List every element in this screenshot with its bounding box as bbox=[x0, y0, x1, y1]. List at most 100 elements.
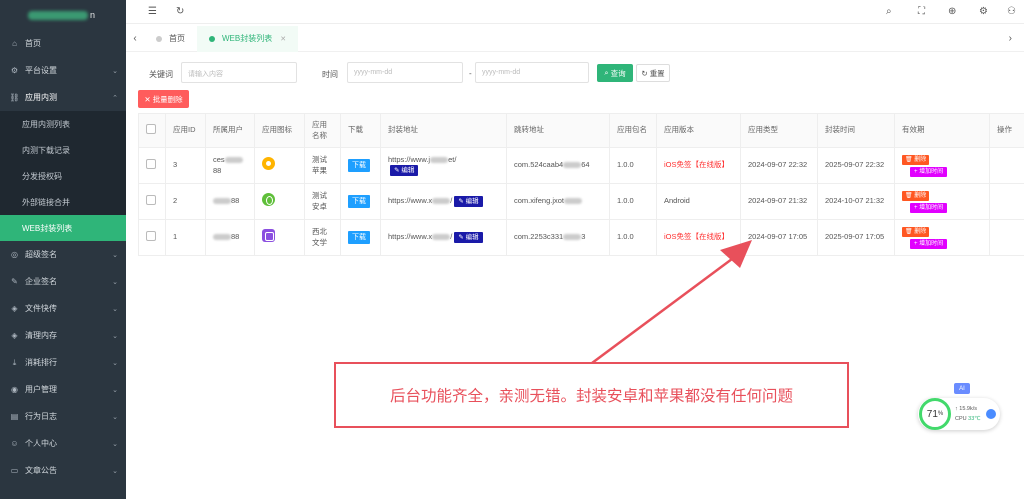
wrap-time-cell: 2025-09-07 22:32 bbox=[817, 147, 895, 184]
sidebar-submenu: 应用内测列表 内测下载记录 分发授权码 外部链接合并 WEB封装列表 bbox=[0, 111, 126, 241]
row-checkbox[interactable] bbox=[146, 194, 156, 205]
wrap-time-cell: 2025-09-07 17:05 bbox=[817, 219, 895, 256]
download-cell: 下载 bbox=[340, 219, 381, 256]
batch-delete-label: 批量删除 bbox=[152, 94, 183, 104]
top-bar: ☰ ↻ ⌕ ⛶ ⊕ ⚙ ⚇ bbox=[126, 0, 1024, 24]
end-date-input[interactable]: yyyy-mm-dd bbox=[475, 62, 589, 83]
sidebar-item[interactable]: ✎ 企业签名 ⌄ bbox=[0, 268, 126, 295]
delete-button[interactable]: 🗑 删除 bbox=[902, 226, 930, 237]
reset-button[interactable]: ↻ 重置 bbox=[636, 64, 670, 82]
edit-button[interactable]: ✎ 编辑 bbox=[390, 165, 419, 177]
refresh-icon[interactable]: ↻ bbox=[176, 6, 184, 17]
sidebar-item[interactable]: ⛓ 应用内测 ⌃ bbox=[0, 84, 126, 111]
keyword-label: 关键词 bbox=[149, 70, 173, 79]
fullscreen-icon[interactable]: ⛶ bbox=[918, 6, 925, 17]
column-header: 操作 bbox=[989, 113, 1024, 148]
user-icon[interactable]: ⚇ bbox=[1007, 6, 1016, 17]
sidebar-item[interactable]: ⌂ 首页 bbox=[0, 30, 126, 57]
row-checkbox[interactable] bbox=[146, 230, 156, 241]
sidebar-subitem[interactable]: 外部链接合并 bbox=[0, 189, 126, 215]
keyword-input[interactable]: 请输入内容 bbox=[181, 62, 297, 83]
ai-badge[interactable]: AI bbox=[954, 383, 970, 394]
sidebar-subitem[interactable]: 应用内测列表 bbox=[0, 111, 126, 137]
tab-web-wrap-list[interactable]: WEB封装列表 ✕ bbox=[197, 25, 299, 52]
chevron-down-icon: ⌄ bbox=[112, 467, 118, 475]
close-icon: ✕ bbox=[144, 94, 153, 104]
search-icon[interactable]: ⌕ bbox=[886, 6, 892, 17]
sidebar-item[interactable]: ▭ 文章公告 ⌄ bbox=[0, 457, 126, 484]
delete-label: 删除 bbox=[914, 192, 927, 199]
wrap-url-suffix: / bbox=[450, 195, 453, 205]
row-checkbox-cell[interactable] bbox=[138, 219, 166, 256]
sidebar-subitem[interactable]: 内测下载记录 bbox=[0, 137, 126, 163]
download-button[interactable]: 下载 bbox=[348, 194, 370, 209]
edit-button[interactable]: ✎ 编辑 bbox=[454, 231, 483, 244]
add-time-button[interactable]: + 增加时间 bbox=[910, 167, 948, 178]
sidebar-item-label: 应用内测 bbox=[25, 93, 57, 102]
delete-button[interactable]: 🗑 删除 bbox=[902, 154, 930, 165]
sidebar-item[interactable]: ⤓ 消耗排行 ⌄ bbox=[0, 349, 126, 376]
column-header: 下载 bbox=[340, 113, 381, 148]
header-checkbox-cell[interactable] bbox=[138, 113, 166, 148]
app-id-cell: 1 bbox=[165, 219, 206, 256]
menu-toggle-icon[interactable]: ☰ bbox=[148, 6, 157, 17]
row-checkbox-cell[interactable] bbox=[138, 147, 166, 184]
sidebar-item[interactable]: ▤ 行为日志 ⌄ bbox=[0, 403, 126, 430]
download-button[interactable]: 下载 bbox=[348, 158, 370, 173]
annotation-text: 后台功能齐全，亲测无错。封装安卓和苹果都没有任何问题 bbox=[389, 388, 793, 405]
table-row: 1 88 西北文学 下载 https://www.x / ✎ 编辑 com.2253c331… bbox=[138, 219, 1024, 256]
cpu-label: CPU bbox=[955, 416, 967, 422]
batch-delete-button[interactable]: ✕ 批量删除 bbox=[138, 90, 189, 108]
globe-icon[interactable]: ⊕ bbox=[948, 6, 956, 17]
download-button[interactable]: 下载 bbox=[348, 230, 370, 245]
owner-suffix: 88 bbox=[231, 232, 240, 242]
wrap-url-prefix: https://www.x bbox=[388, 231, 433, 241]
sidebar-item-label: 个人中心 bbox=[25, 439, 57, 448]
row-checkbox-cell[interactable] bbox=[138, 183, 166, 220]
package-cell: 1.0.0 bbox=[609, 183, 657, 220]
tabs-scroll-left-icon[interactable]: ‹ bbox=[126, 33, 144, 44]
chevron-down-icon: ⌄ bbox=[112, 386, 118, 394]
wrap-url-suffix: / bbox=[450, 231, 453, 241]
sidebar-item-label: 首页 bbox=[25, 39, 41, 48]
tab-label: WEB封装列表 bbox=[222, 34, 273, 43]
sidebar-item[interactable]: ⚙ 平台设置 ⌄ bbox=[0, 57, 126, 84]
sidebar-item[interactable]: ◈ 文件快传 ⌄ bbox=[0, 295, 126, 322]
blurred-text bbox=[563, 234, 582, 241]
app-name-cell: 西北文学 bbox=[304, 219, 341, 256]
select-all-checkbox[interactable] bbox=[146, 123, 156, 134]
row-checkbox[interactable] bbox=[146, 158, 156, 169]
chevron-down-icon: ⌄ bbox=[112, 67, 118, 75]
column-header: 应用名称 bbox=[304, 113, 341, 148]
search-button[interactable]: ⌕ 查询 bbox=[597, 64, 633, 82]
edit-icon: ✎ bbox=[11, 277, 18, 286]
memory-usage-ring: 71% bbox=[919, 398, 951, 430]
blurred-text bbox=[432, 233, 451, 240]
gear-icon: ⚙ bbox=[10, 66, 19, 75]
tab-home[interactable]: 首页 bbox=[144, 26, 197, 52]
wrap-url-prefix: https://www.x bbox=[388, 195, 433, 205]
sidebar-item[interactable]: ◈ 清理内存 ⌄ bbox=[0, 322, 126, 349]
edit-button[interactable]: ✎ 编辑 bbox=[454, 195, 483, 208]
sidebar-subitem[interactable]: WEB封装列表 bbox=[0, 215, 126, 241]
delete-button[interactable]: 🗑 删除 bbox=[902, 190, 930, 201]
blurred-text bbox=[430, 156, 449, 163]
settings-icon[interactable]: ⚙ bbox=[979, 6, 988, 17]
sidebar-item[interactable]: ◉ 用户管理 ⌄ bbox=[0, 376, 126, 403]
owner-suffix: 88 bbox=[213, 165, 222, 175]
close-icon[interactable]: ✕ bbox=[280, 35, 286, 43]
sidebar-item[interactable]: ◎ 超级签名 ⌄ bbox=[0, 241, 126, 268]
sidebar-item-label: 平台设置 bbox=[25, 66, 57, 75]
sidebar-subitem[interactable]: 分发授权码 bbox=[0, 163, 126, 189]
start-date-input[interactable]: yyyy-mm-dd bbox=[347, 62, 463, 83]
app-name-cell: 测试安卓 bbox=[304, 183, 341, 220]
logo[interactable]: n bbox=[0, 0, 126, 30]
sidebar-item[interactable]: ☺ 个人中心 ⌄ bbox=[0, 430, 126, 457]
edit-label: 编辑 bbox=[465, 233, 479, 241]
system-monitor-widget[interactable]: 71% ↑ 15.9k/s CPU 33℃ bbox=[918, 398, 1000, 430]
tabs-scroll-right-icon[interactable]: › bbox=[1009, 33, 1012, 44]
owner-cell: 88 bbox=[205, 219, 255, 256]
add-time-button[interactable]: + 增加时间 bbox=[910, 203, 948, 214]
memory-percent-unit: % bbox=[937, 411, 944, 417]
add-time-button[interactable]: + 增加时间 bbox=[910, 239, 948, 250]
